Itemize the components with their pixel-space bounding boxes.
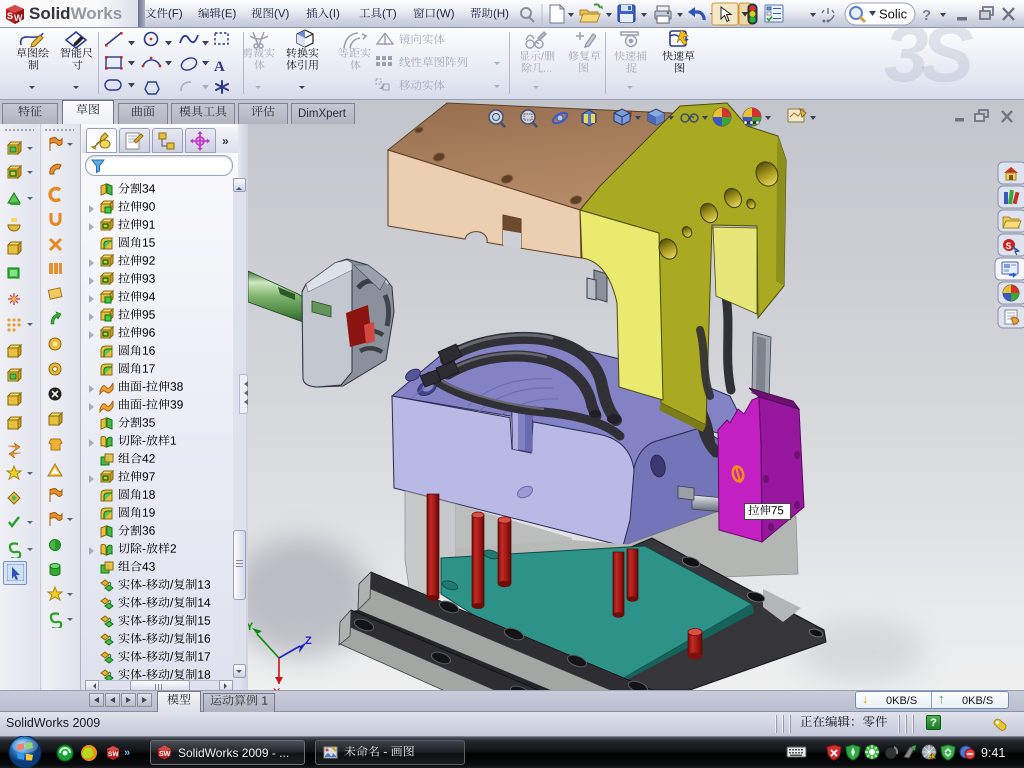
svg-text:SW: SW (159, 751, 171, 758)
svg-text:S: S (1006, 241, 1012, 251)
svg-text:S: S (7, 11, 13, 21)
svg-text:SW: SW (108, 751, 119, 758)
svg-text:»: » (124, 747, 130, 759)
svg-text:A: A (214, 59, 225, 75)
svg-text:Z: Z (305, 635, 312, 647)
svg-text:W: W (14, 13, 23, 23)
